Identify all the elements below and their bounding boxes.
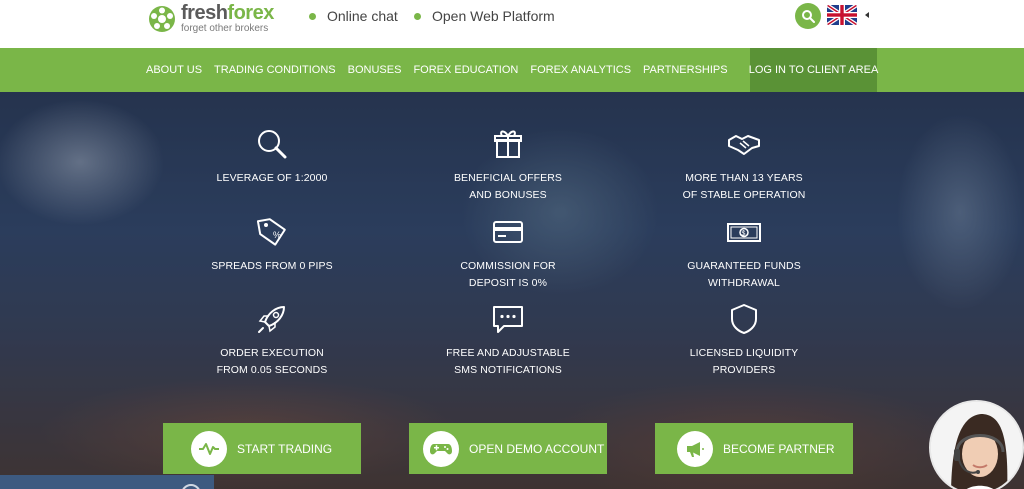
login-client-area-button[interactable]: LOG IN TO CLIENT AREA — [749, 48, 878, 92]
open-demo-account-button[interactable]: OPEN DEMO ACCOUNT — [409, 423, 607, 474]
chat-bubble-icon — [493, 306, 523, 333]
uk-flag-icon[interactable] — [827, 5, 857, 25]
bullet-dot-icon — [414, 12, 421, 20]
search-icon — [802, 10, 815, 23]
feature-line: GUARANTEED FUNDS — [687, 260, 801, 272]
feature-liquidity: LICENSED LIQUIDITY PROVIDERS — [644, 301, 844, 379]
feature-bonuses: BENEFICIAL OFFERS AND BONUSES — [408, 126, 608, 204]
svg-text:%: % — [273, 230, 281, 240]
logo-mark-icon — [149, 5, 175, 32]
feature-line: SMS NOTIFICATIONS — [454, 364, 562, 376]
feature-sms: FREE AND ADJUSTABLE SMS NOTIFICATIONS — [408, 301, 608, 379]
megaphone-icon — [687, 441, 704, 457]
nav-item-trading-conditions[interactable]: TRADING CONDITIONS — [214, 64, 336, 76]
start-trading-button[interactable]: START TRADING — [163, 423, 361, 474]
become-partner-button[interactable]: BECOME PARTNER — [655, 423, 853, 474]
feature-line: FROM 0.05 SECONDS — [216, 364, 328, 376]
feature-line: LICENSED LIQUIDITY — [689, 347, 799, 359]
online-chat-link[interactable]: Online chat — [309, 8, 398, 24]
shield-icon — [731, 304, 757, 334]
svg-text:$: $ — [742, 231, 746, 238]
feature-line: AND BONUSES — [469, 189, 547, 201]
feature-line: FREE AND ADJUSTABLE — [446, 347, 570, 359]
feature-spreads: % SPREADS FROM 0 PIPS — [172, 214, 372, 275]
top-header: freshforex forget other brokers Online c… — [0, 0, 1024, 48]
feature-execution: ORDER EXECUTION FROM 0.05 SECONDS — [172, 301, 372, 379]
nav-item-forex-analytics[interactable]: FOREX ANALYTICS — [530, 64, 631, 76]
megaphone-icon-circle — [677, 430, 713, 467]
hero-section: LEVERAGE OF 1:2000 BENEFICIAL OFFERS AND … — [0, 92, 1024, 489]
feature-line: ORDER EXECUTION — [220, 347, 324, 359]
open-web-platform-link[interactable]: Open Web Platform — [414, 8, 555, 24]
gift-icon — [494, 130, 522, 158]
feature-line: LEVERAGE OF 1:2000 — [216, 172, 328, 184]
price-tag-icon: % — [256, 218, 286, 246]
pulse-icon — [199, 442, 219, 455]
become-partner-label: BECOME PARTNER — [723, 441, 835, 456]
bullet-dot-icon — [309, 12, 316, 20]
money-icon: $ — [727, 223, 761, 242]
feature-leverage: LEVERAGE OF 1:2000 — [172, 126, 372, 187]
feature-line: DEPOSIT IS 0% — [468, 277, 548, 289]
gamepad-icon-circle — [423, 430, 459, 467]
logo-name-accent: forex — [227, 2, 274, 24]
language-caret-icon[interactable] — [865, 12, 869, 18]
open-demo-account-label: OPEN DEMO ACCOUNT — [469, 441, 605, 456]
credit-card-icon — [493, 221, 523, 243]
gamepad-icon — [430, 443, 452, 454]
pulse-icon-circle — [191, 430, 227, 467]
feature-years: MORE THAN 13 YEARS OF STABLE OPERATION — [644, 126, 844, 204]
main-nav: ABOUT US TRADING CONDITIONS BONUSES FORE… — [0, 48, 1024, 92]
online-chat-label: Online chat — [327, 8, 398, 24]
feature-line: PROVIDERS — [712, 364, 776, 376]
feature-line: WITHDRAWAL — [708, 277, 780, 289]
nav-item-partnerships[interactable]: PARTNERSHIPS — [643, 64, 728, 76]
search-button[interactable] — [795, 3, 821, 29]
handshake-icon — [728, 135, 760, 155]
feature-withdrawal: $ GUARANTEED FUNDS WITHDRAWAL — [644, 214, 844, 292]
feature-commission: COMMISSION FOR DEPOSIT IS 0% — [408, 214, 608, 292]
support-operator-avatar[interactable] — [929, 400, 1024, 489]
operator-headset-icon — [931, 402, 1022, 489]
nav-item-about-us[interactable]: ABOUT US — [146, 64, 202, 76]
nav-item-bonuses[interactable]: BONUSES — [348, 64, 402, 76]
open-web-platform-label: Open Web Platform — [432, 8, 555, 24]
rocket-icon — [258, 306, 285, 333]
feature-line: SPREADS FROM 0 PIPS — [211, 260, 333, 272]
logo-name-dark: fresh — [181, 2, 228, 24]
nav-item-forex-education[interactable]: FOREX EDUCATION — [413, 64, 518, 76]
logo-tagline: forget other brokers — [181, 23, 269, 34]
feature-line: OF STABLE OPERATION — [682, 189, 806, 201]
magnifier-icon — [258, 130, 287, 159]
start-trading-label: START TRADING — [237, 441, 333, 456]
feature-line: COMMISSION FOR — [460, 260, 556, 272]
freshforex-logo[interactable]: freshforex forget other brokers — [147, 3, 274, 34]
feature-line: BENEFICIAL OFFERS — [453, 172, 563, 184]
bottom-bar — [0, 475, 214, 489]
feature-line: MORE THAN 13 YEARS — [685, 172, 803, 184]
